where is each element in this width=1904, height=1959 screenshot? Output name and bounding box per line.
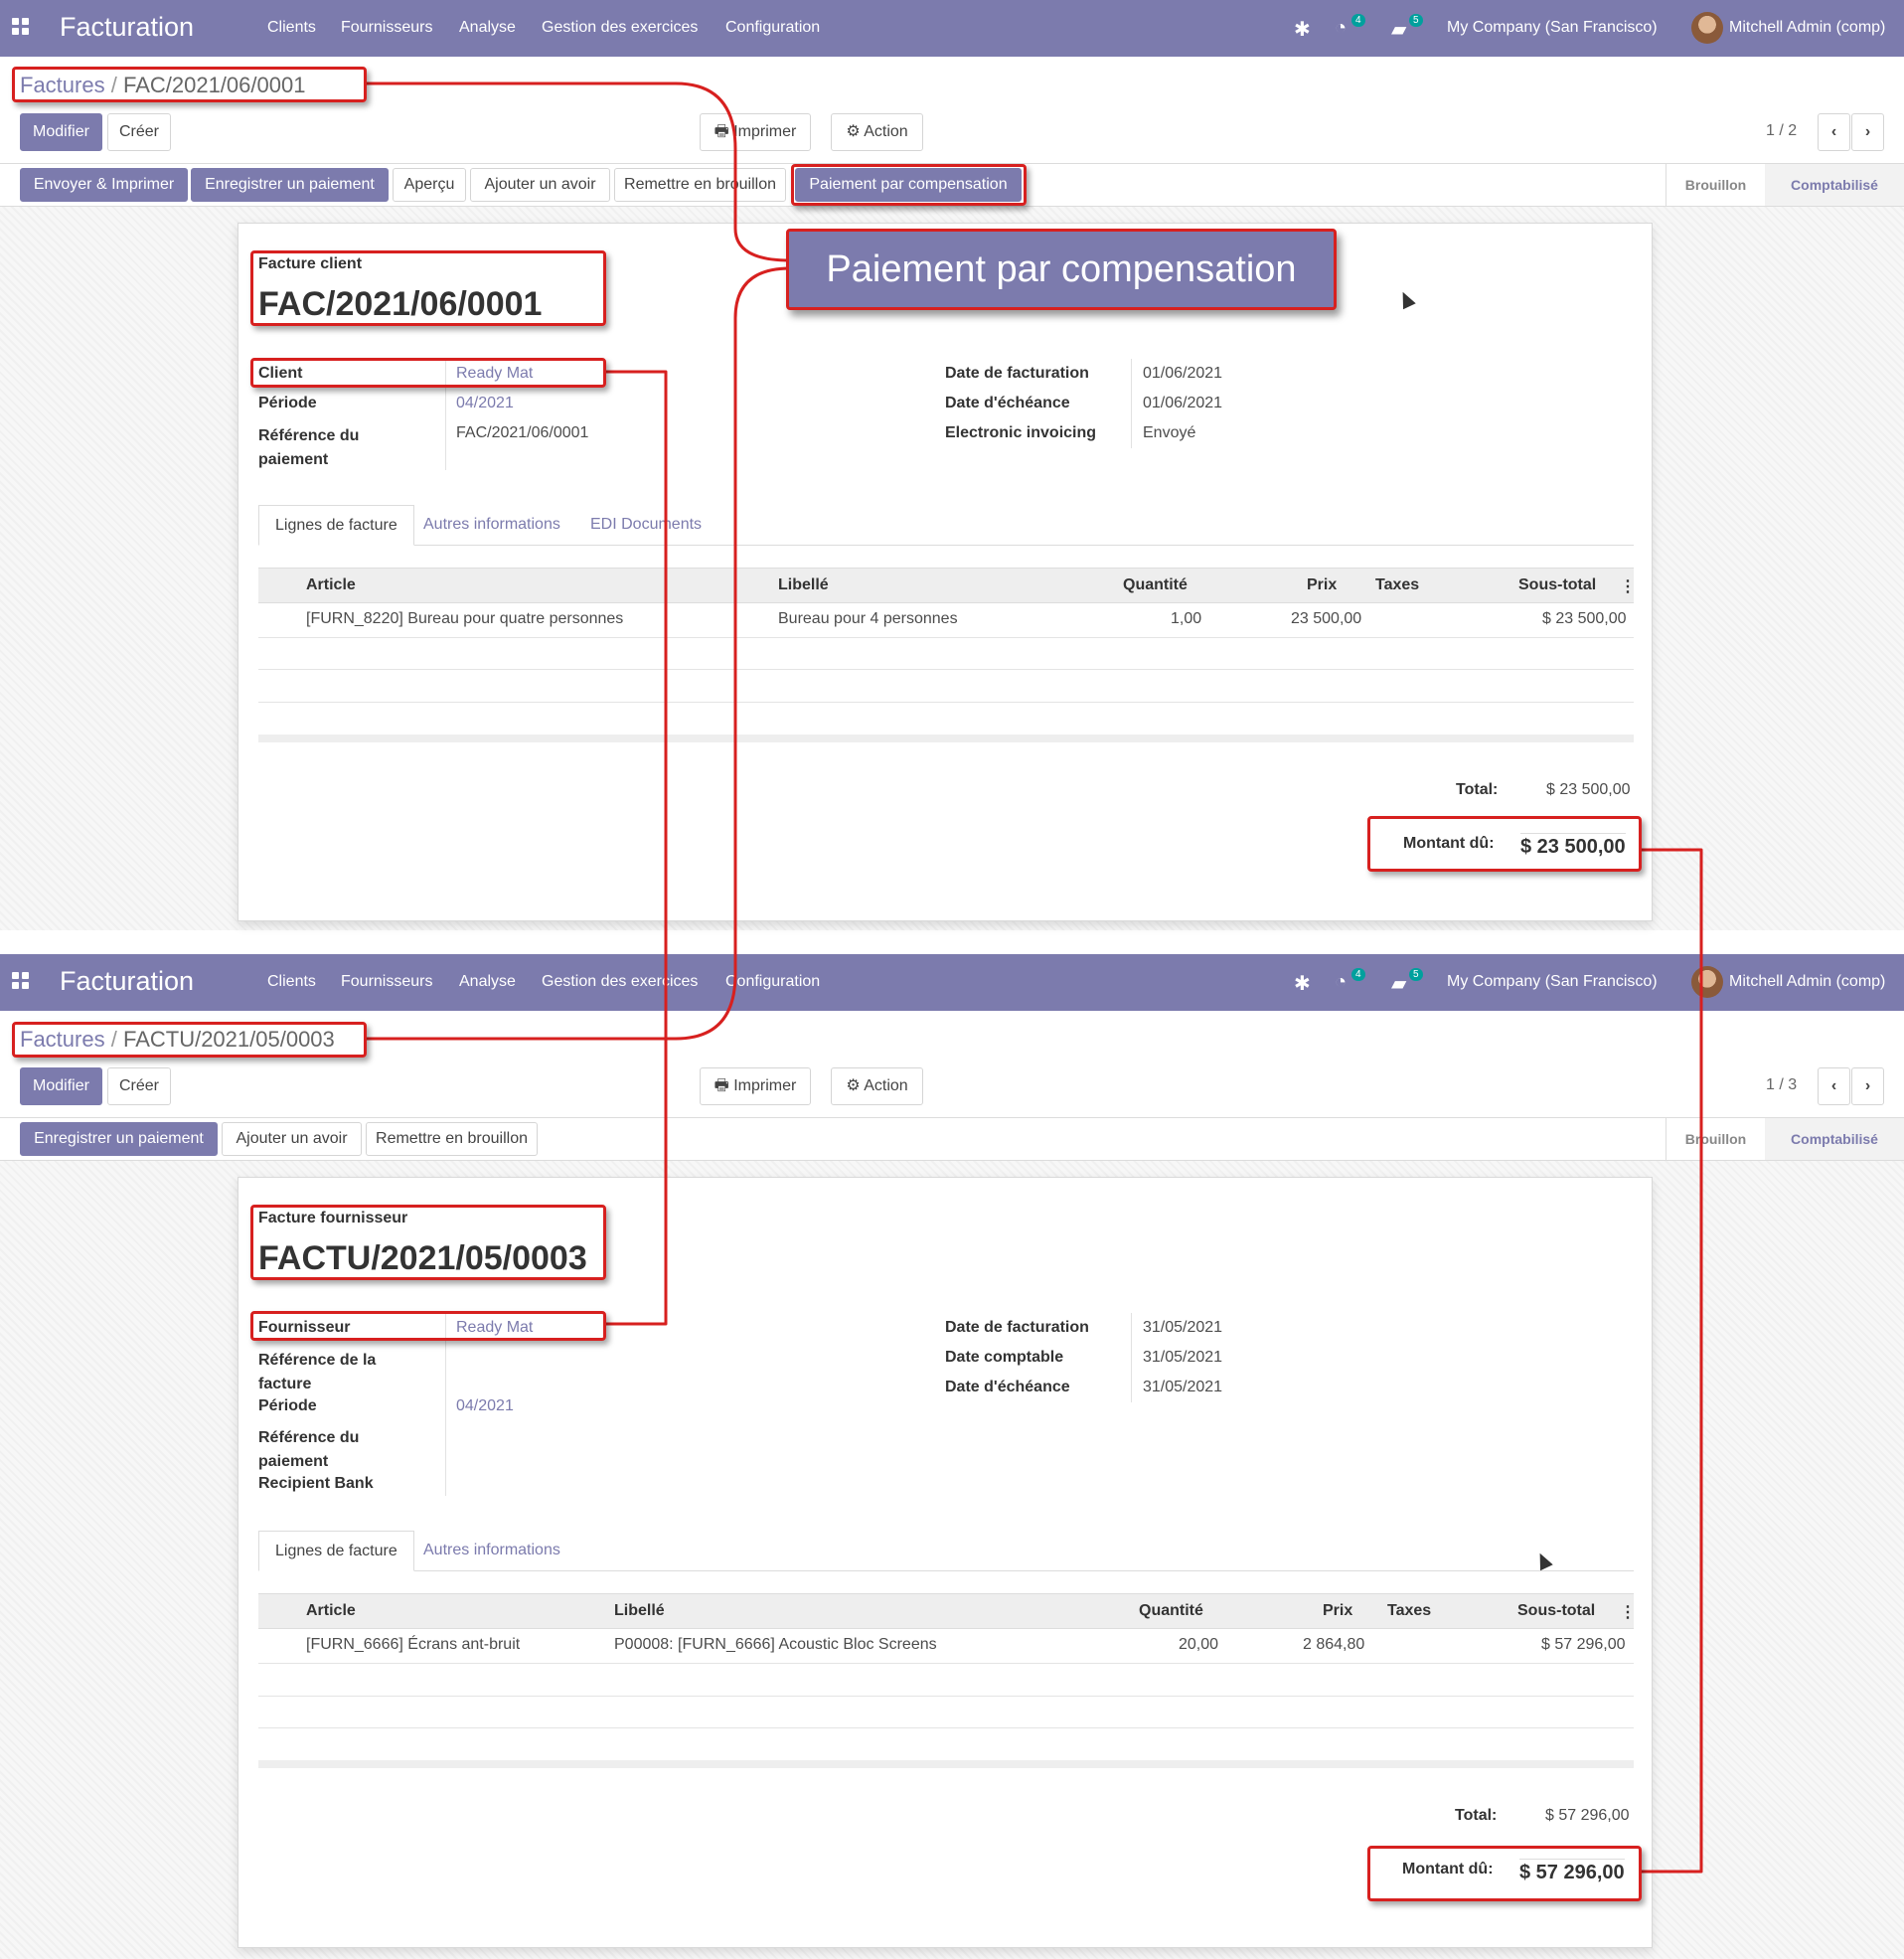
highlight-invoice-amount-due — [1367, 816, 1642, 872]
highlight-bill-amount-due — [1367, 1846, 1642, 1901]
highlight-invoice-title — [250, 250, 606, 326]
highlight-client-field — [250, 358, 606, 388]
highlight-vendor-field — [250, 1311, 606, 1341]
highlight-bill-title — [250, 1205, 606, 1280]
compensation-callout: Paiement par compensation — [786, 229, 1337, 310]
highlight-compensation-button — [791, 164, 1027, 206]
highlight-breadcrumb-bill — [12, 1022, 367, 1058]
highlight-breadcrumb-invoice — [12, 67, 367, 102]
